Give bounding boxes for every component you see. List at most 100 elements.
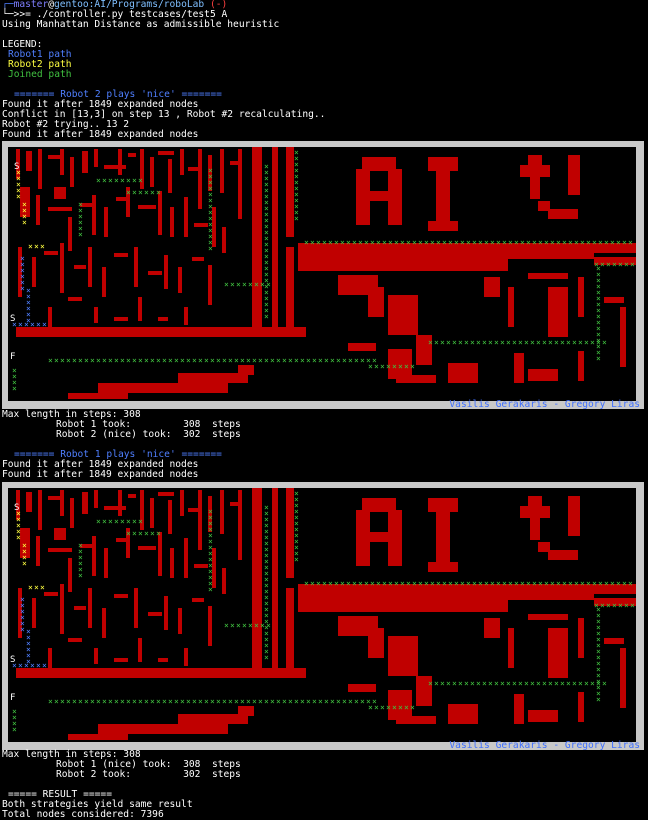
wall-block — [38, 149, 42, 189]
wall-block — [362, 157, 396, 171]
wall-block — [114, 253, 128, 257]
joined-path: × — [324, 697, 329, 706]
joined-path: × — [562, 579, 567, 588]
joined-path: × — [622, 238, 627, 247]
wall-block — [170, 207, 174, 237]
joined-path: × — [180, 697, 185, 706]
joined-path: × — [242, 280, 247, 289]
joined-path: × — [48, 697, 53, 706]
wall-block — [620, 648, 626, 708]
joined-path: × — [430, 238, 435, 247]
joined-path: × — [406, 579, 411, 588]
joined-path: × — [114, 697, 119, 706]
wall-block — [74, 265, 86, 269]
wall-block — [568, 155, 580, 195]
joined-path: × — [340, 238, 345, 247]
joined-path: × — [352, 238, 357, 247]
robot2-path: × — [34, 583, 39, 592]
wall-block — [32, 598, 36, 628]
joined-path: × — [340, 579, 345, 588]
wall-block — [252, 147, 262, 335]
robot2-start: S — [14, 162, 20, 172]
wall-block — [102, 267, 106, 297]
joined-path: × — [346, 238, 351, 247]
joined-path: × — [470, 338, 475, 347]
joined-path: × — [180, 356, 185, 365]
joined-path: × — [584, 338, 589, 347]
joined-path: × — [150, 356, 155, 365]
joined-path: × — [368, 362, 373, 371]
joined-path: × — [598, 579, 603, 588]
joined-path: × — [578, 338, 583, 347]
joined-path: × — [258, 356, 263, 365]
joined-path: × — [126, 188, 131, 197]
joined-path: × — [448, 238, 453, 247]
joined-path: × — [192, 697, 197, 706]
joined-path: × — [382, 238, 387, 247]
joined-path: × — [174, 697, 179, 706]
joined-path: × — [506, 679, 511, 688]
joined-path: × — [132, 188, 137, 197]
joined-path: × — [536, 338, 541, 347]
wall-block — [148, 271, 162, 275]
joined-path: × — [412, 238, 417, 247]
joined-path: × — [96, 176, 101, 185]
wall-block — [364, 532, 396, 542]
joined-path: × — [624, 260, 629, 269]
joined-path: × — [294, 356, 299, 365]
joined-path: × — [500, 338, 505, 347]
joined-path: × — [442, 579, 447, 588]
joined-path: × — [156, 188, 161, 197]
joined-path: × — [428, 679, 433, 688]
wall-block — [104, 165, 126, 169]
joined-path: × — [60, 697, 65, 706]
joined-path: × — [358, 238, 363, 247]
joined-path: × — [630, 601, 635, 610]
joined-path: × — [592, 238, 597, 247]
joined-path: × — [490, 579, 495, 588]
wall-block — [220, 149, 224, 193]
joined-path: × — [66, 356, 71, 365]
wall-block — [118, 149, 122, 175]
joined-path: × — [440, 679, 445, 688]
joined-path: × — [612, 601, 617, 610]
wall-block — [208, 606, 212, 646]
robot2-path: × — [22, 559, 27, 568]
joined-path: × — [538, 238, 543, 247]
wall-block — [484, 618, 500, 638]
joined-path: × — [242, 621, 247, 630]
joined-path: × — [150, 529, 155, 538]
joined-path: × — [460, 238, 465, 247]
wall-block — [98, 724, 228, 734]
wall-block — [368, 287, 384, 317]
robot1-path: × — [30, 320, 35, 329]
joined-path: × — [294, 214, 299, 223]
joined-path: × — [138, 188, 143, 197]
wall-block — [194, 564, 208, 568]
wall-block — [180, 149, 184, 175]
joined-path: × — [144, 356, 149, 365]
joined-path: × — [594, 601, 599, 610]
joined-path: × — [530, 338, 535, 347]
robot1-path: × — [24, 661, 29, 670]
joined-path: × — [240, 697, 245, 706]
joined-path: × — [276, 697, 281, 706]
joined-path: × — [388, 238, 393, 247]
joined-path: × — [162, 697, 167, 706]
joined-path: × — [230, 280, 235, 289]
joined-path: × — [312, 356, 317, 365]
joined-path: × — [532, 238, 537, 247]
joined-path: × — [550, 579, 555, 588]
joined-path: × — [446, 338, 451, 347]
joined-path: × — [584, 679, 589, 688]
joined-path: × — [12, 725, 17, 734]
wall-block — [158, 658, 168, 662]
joined-path: × — [126, 356, 131, 365]
wall-block — [184, 307, 188, 325]
joined-path: × — [294, 555, 299, 564]
joined-path: × — [472, 579, 477, 588]
wall-block — [428, 221, 458, 231]
wall-block — [98, 383, 228, 393]
joined-path: × — [544, 579, 549, 588]
joined-path: × — [496, 238, 501, 247]
